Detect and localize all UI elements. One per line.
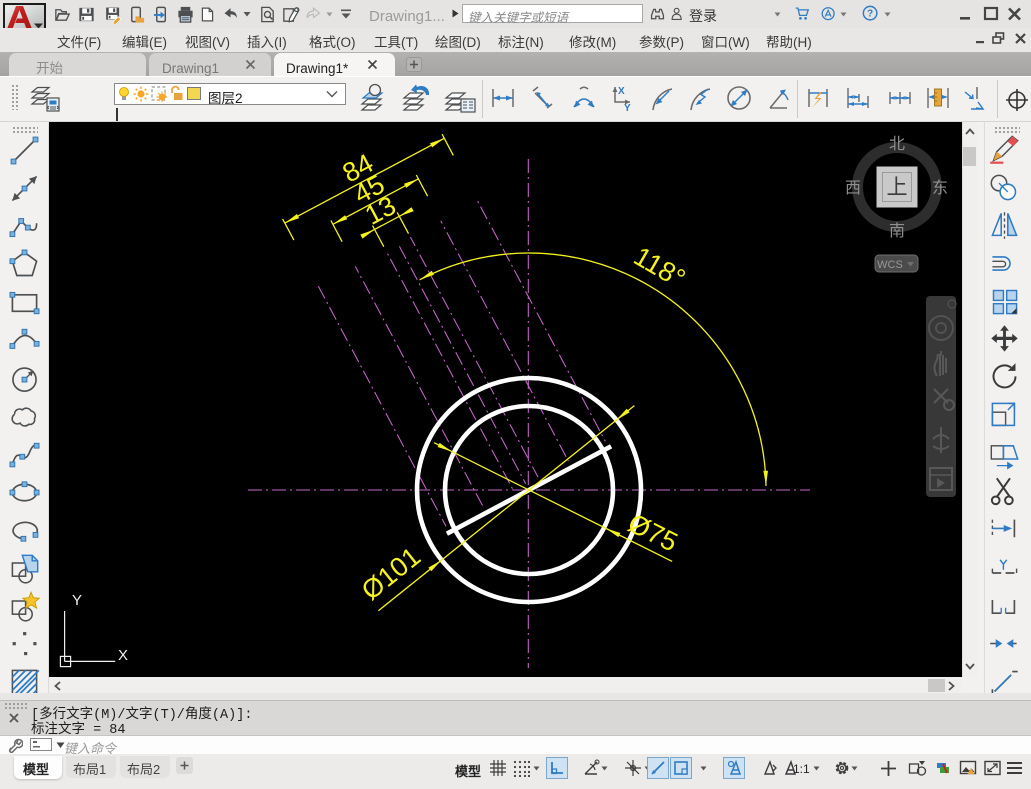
svg-text:北: 北 xyxy=(889,130,905,154)
svg-text:WCS: WCS xyxy=(877,259,903,271)
svg-text:西: 西 xyxy=(845,174,861,198)
svg-text:Y: Y xyxy=(624,103,631,112)
svg-text:Y: Y xyxy=(72,592,82,609)
svg-text:上: 上 xyxy=(887,171,908,201)
svg-text:X: X xyxy=(618,86,625,97)
svg-text:X: X xyxy=(118,647,128,664)
svg-text:?: ? xyxy=(867,9,873,20)
svg-text:南: 南 xyxy=(889,217,905,241)
svg-text:东: 东 xyxy=(932,174,948,198)
